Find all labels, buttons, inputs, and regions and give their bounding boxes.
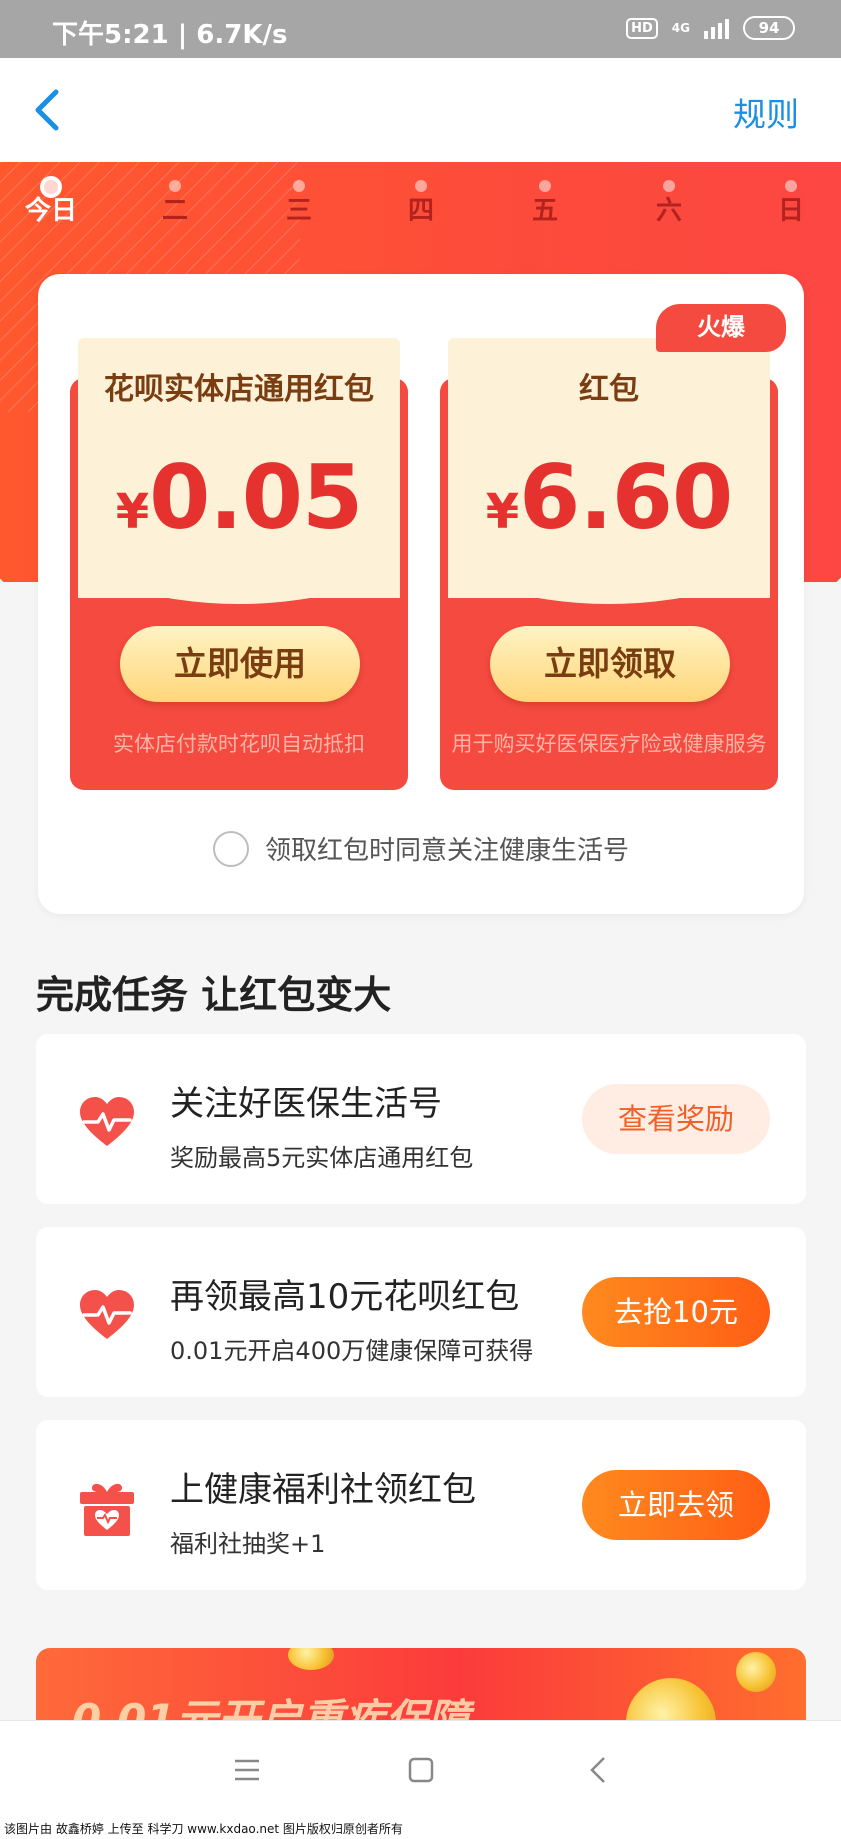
status-icons: HD 4G 94 (626, 16, 795, 40)
watermark-text: 该图片由 故鑫桥婷 上传至 科学刀 www.kxdao.net 图片版权归原创者… (0, 1820, 841, 1839)
day-label: 六 (655, 196, 682, 226)
day-dot (415, 180, 427, 192)
nav-bar: 规则 (0, 58, 841, 162)
task-title: 关注好医保生活号 (170, 1084, 442, 1124)
claim-now-button[interactable]: 立即领取 (490, 626, 730, 702)
day-tab-today[interactable]: 今日 (16, 176, 86, 227)
status-time-speed: 下午5:21 | 6.7K/s (52, 20, 288, 50)
back-nav-icon[interactable] (584, 1755, 614, 1785)
day-dot (40, 176, 62, 198)
task-item: 再领最高10元花呗红包 0.01元开启400万健康保障可获得 去抢10元 (36, 1227, 806, 1397)
promo-banner[interactable]: 0.01元开启重疾保障 (36, 1648, 806, 1720)
day-tab-7[interactable]: 日 (756, 180, 826, 227)
agree-row: 领取红包时同意关注健康生活号 (38, 830, 804, 867)
banner-text: 0.01元开启重疾保障 (72, 1695, 470, 1720)
day-label: 五 (531, 196, 558, 226)
coupon-desc: 实体店付款时花呗自动抵扣 (113, 732, 365, 756)
use-now-button[interactable]: 立即使用 (120, 626, 360, 702)
heart-pulse-icon (80, 1290, 134, 1339)
agree-radio[interactable] (212, 830, 249, 867)
signal-icon (704, 17, 729, 39)
day-tab-2[interactable]: 二 (140, 180, 210, 227)
tasks-section-title: 完成任务 让红包变大 (36, 973, 392, 1017)
task-title: 上健康福利社领红包 (170, 1470, 476, 1510)
day-label: 二 (161, 196, 188, 226)
coin-icon (288, 1648, 334, 1670)
task-item: 关注好医保生活号 奖励最高5元实体店通用红包 查看奖励 (36, 1034, 806, 1204)
day-tab-5[interactable]: 五 (510, 180, 580, 227)
day-dot (539, 180, 551, 192)
coupon-title: 红包 (579, 372, 639, 407)
grab-10-button[interactable]: 去抢10元 (582, 1277, 770, 1347)
day-tab-3[interactable]: 三 (264, 180, 334, 227)
coupon-amount: ¥6.60 (440, 446, 778, 549)
day-dot (169, 180, 181, 192)
task-item: 上健康福利社领红包 福利社抽奖+1 立即去领 (36, 1420, 806, 1590)
coin-icon (626, 1678, 716, 1720)
day-label: 三 (285, 196, 312, 226)
currency-symbol: ¥ (115, 484, 150, 540)
coupon-amount: ¥0.05 (70, 446, 408, 549)
task-title: 再领最高10元花呗红包 (170, 1277, 520, 1317)
rules-link[interactable]: 规则 (733, 88, 799, 136)
hd-icon: HD (626, 17, 658, 39)
menu-icon[interactable] (232, 1755, 262, 1785)
back-arrow-icon[interactable] (28, 84, 68, 136)
currency-symbol: ¥ (485, 484, 520, 540)
coupon-title: 花呗实体店通用红包 (104, 372, 374, 407)
battery-icon: 94 (743, 16, 795, 40)
system-nav-bar (0, 1720, 841, 1820)
coupon-desc: 用于购买好医保医疗险或健康服务 (451, 732, 767, 756)
task-subtitle: 福利社抽奖+1 (170, 1530, 326, 1558)
day-tab-6[interactable]: 六 (634, 180, 704, 227)
coin-icon (736, 1652, 776, 1692)
amount-value: 0.05 (149, 446, 363, 549)
day-dot (785, 180, 797, 192)
task-subtitle: 奖励最高5元实体店通用红包 (170, 1144, 474, 1172)
gift-icon (80, 1483, 134, 1536)
day-dot (293, 180, 305, 192)
coupon-store: 花呗实体店通用红包 ¥0.05 立即使用 实体店付款时花呗自动抵扣 (70, 338, 408, 790)
day-label: 日 (777, 196, 804, 226)
coupon-card: 花呗实体店通用红包 ¥0.05 立即使用 实体店付款时花呗自动抵扣 火爆 红包 … (38, 274, 804, 914)
home-icon[interactable] (406, 1755, 436, 1785)
status-bar: 下午5:21 | 6.7K/s HD 4G 94 (0, 0, 841, 58)
day-tab-4[interactable]: 四 (386, 180, 456, 227)
task-subtitle: 0.01元开启400万健康保障可获得 (170, 1337, 534, 1365)
agree-text: 领取红包时同意关注健康生活号 (264, 836, 629, 866)
view-reward-button[interactable]: 查看奖励 (582, 1084, 770, 1154)
day-dot (663, 180, 675, 192)
day-label: 今日 (24, 196, 77, 226)
amount-value: 6.60 (519, 446, 733, 549)
heart-pulse-icon (80, 1097, 134, 1146)
network-type: 4G (671, 21, 690, 35)
claim-go-button[interactable]: 立即去领 (582, 1470, 770, 1540)
hot-badge: 火爆 (656, 304, 786, 352)
coupon-insurance: 火爆 红包 ¥6.60 立即领取 用于购买好医保医疗险或健康服务 (440, 304, 786, 790)
day-tabs: 今日 二 三 四 五 六 日 (0, 162, 841, 242)
day-label: 四 (407, 196, 434, 226)
